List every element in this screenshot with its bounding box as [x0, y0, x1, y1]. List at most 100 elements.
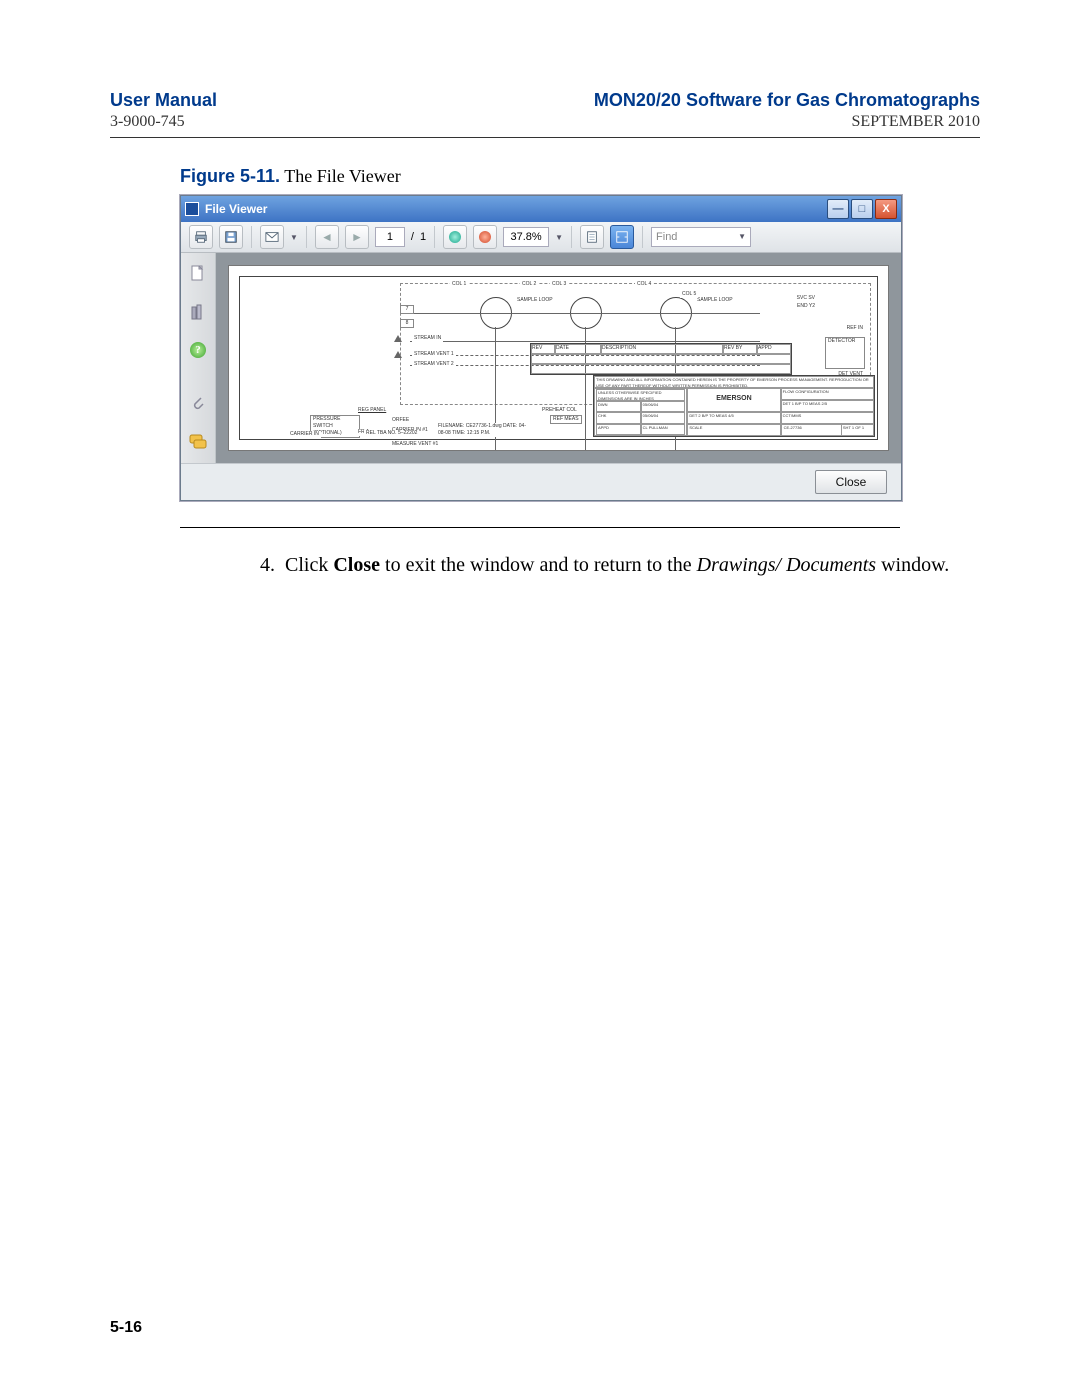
figure-label: Figure 5-11.	[180, 166, 280, 186]
block-7: 7	[400, 305, 414, 314]
orfee-1: ORFEE	[390, 417, 411, 424]
tb-chk: CHK	[596, 412, 641, 424]
col-5: COL 5	[680, 291, 698, 298]
fit-width-button[interactable]	[610, 225, 634, 249]
step-text-1: Click	[285, 554, 333, 576]
step-close-word: Close	[333, 554, 380, 576]
next-page-button[interactable]: ►	[345, 225, 369, 249]
page-current-field[interactable]: 1	[375, 227, 405, 247]
figure-bottom-rule	[180, 527, 900, 528]
stream-in: STREAM IN	[412, 335, 443, 342]
pdf-toolbar: ▼ ◄ ► 1 / 1 37.8% ▼ Find ▼	[181, 222, 901, 253]
envelope-button[interactable]	[260, 225, 284, 249]
ref-meas: REF MEAS	[550, 415, 582, 424]
detector-box: DETECTOR	[825, 337, 865, 369]
close-button[interactable]: Close	[815, 470, 887, 494]
app-icon	[185, 202, 199, 216]
drawing-pane[interactable]: SAMPLE LOOP SAMPLE LOOP COL 1 COL 2 COL …	[216, 253, 901, 463]
find-dropdown-icon[interactable]: ▼	[738, 228, 746, 246]
tb-date2: 05/06/04	[641, 412, 686, 424]
titlebar[interactable]: File Viewer — □ X	[181, 196, 901, 222]
attachments-panel-icon[interactable]	[187, 393, 209, 415]
appd-h: APPD	[757, 344, 791, 354]
print-button[interactable]	[189, 225, 213, 249]
rel-no: REL TBA NO. 5–22202	[364, 430, 419, 437]
header-rule	[110, 137, 980, 138]
toolbar-sep	[571, 226, 572, 248]
zoom-out-button[interactable]	[443, 225, 467, 249]
step-italic: Drawings/ Documents	[697, 554, 876, 576]
end-y2: END Y2	[795, 303, 817, 310]
tb-dwgno: CE-27736	[783, 425, 842, 435]
minimize-button[interactable]: —	[827, 199, 849, 219]
date-h: DATE	[555, 344, 601, 354]
page-sep: /	[411, 231, 414, 243]
tb-title2: DET 1 B/P TO MEAS 2/5	[781, 400, 874, 412]
toolbar-sep	[251, 226, 252, 248]
step-text-3: window.	[876, 554, 949, 576]
envelope-icon	[265, 231, 279, 243]
header-right-title: MON20/20 Software for Gas Chromatographs	[594, 90, 980, 111]
figure-caption: Figure 5-11. The File Viewer	[180, 166, 980, 187]
doc-date: SEPTEMBER 2010	[852, 113, 980, 131]
zoom-field[interactable]: 37.8%	[503, 227, 549, 247]
stream-vent-2: STREAM VENT 2	[412, 361, 456, 368]
side-tabs: ?	[181, 253, 216, 463]
step-number: 4.	[260, 554, 275, 576]
zoom-in-button[interactable]	[473, 225, 497, 249]
page-total: 1	[420, 231, 426, 243]
col-1: COL 1	[450, 281, 468, 288]
svc-sv: SVC SV	[795, 295, 817, 302]
help-icon[interactable]: ?	[187, 339, 209, 361]
page-number: 5-16	[110, 1319, 980, 1337]
tb-date1: 05/06/04	[641, 401, 686, 413]
header-left-title: User Manual	[110, 90, 217, 111]
col-3: COL 3	[550, 281, 568, 288]
preheat-col: PREHEAT COL	[540, 407, 579, 414]
tb-dwn: DWN	[596, 401, 641, 413]
tb-unless: UNLESS OTHERWISE SPECIFIED DIMENSIONS AR…	[596, 389, 685, 401]
file-viewer-window: File Viewer — □ X ▼ ◄ ► 1 /	[180, 195, 902, 501]
find-field[interactable]: Find ▼	[651, 227, 751, 247]
prev-page-button[interactable]: ◄	[315, 225, 339, 249]
toolbar-sep	[306, 226, 307, 248]
tb-title4: CCT/MMS	[781, 412, 874, 424]
comments-panel-icon[interactable]	[187, 431, 209, 453]
stream-vent-1: STREAM VENT 1	[412, 351, 456, 358]
tb-footer: FILENAME: CE27736-1.dwg DATE: 04-08-08 T…	[436, 423, 530, 437]
window-footer: Close	[181, 463, 901, 500]
figure-caption-text: The File Viewer	[280, 166, 401, 186]
fit-page-icon	[585, 230, 599, 244]
pages-panel-icon[interactable]	[187, 263, 209, 285]
title-block: THIS DRAWING AND ALL INFORMATION CONTAIN…	[593, 375, 875, 437]
rev-h: REV	[531, 344, 555, 354]
zoom-dropdown-icon[interactable]: ▼	[555, 233, 563, 242]
col-4: COL 4	[635, 281, 653, 288]
sig-h: REV BY	[723, 344, 757, 354]
measure-vent-1: MEASURE VENT #1	[390, 441, 440, 448]
minus-icon	[449, 231, 461, 243]
fit-page-button[interactable]	[580, 225, 604, 249]
block-8: 8	[400, 319, 414, 328]
doc-number: 3-9000-745	[110, 113, 185, 131]
toolbar-sep	[642, 226, 643, 248]
desc-h: DESCRIPTION	[601, 344, 723, 354]
maximize-button[interactable]: □	[851, 199, 873, 219]
tb-company: EMERSON	[687, 388, 780, 412]
tb-title1: FLOW CONFIGURATION	[781, 388, 874, 400]
tb-cl: CL PULLMAN	[641, 424, 686, 436]
ref-in: REF IN	[845, 325, 865, 332]
find-placeholder: Find	[656, 228, 677, 246]
plus-icon	[479, 231, 491, 243]
dropdown-arrow-icon[interactable]: ▼	[290, 233, 298, 242]
save-button[interactable]	[219, 225, 243, 249]
tb-sheet: SHT 1 OF 1	[842, 425, 872, 435]
window-close-button[interactable]: X	[875, 199, 897, 219]
tb-scale: SCALE	[687, 424, 780, 436]
drawing-page: SAMPLE LOOP SAMPLE LOOP COL 1 COL 2 COL …	[228, 265, 889, 451]
tb-appd: APPD	[596, 424, 641, 436]
sample-loop-2: SAMPLE LOOP	[695, 297, 735, 304]
col-2: COL 2	[520, 281, 538, 288]
carrier-in: CARRIER IN	[288, 431, 321, 438]
bookmarks-panel-icon[interactable]	[187, 301, 209, 323]
